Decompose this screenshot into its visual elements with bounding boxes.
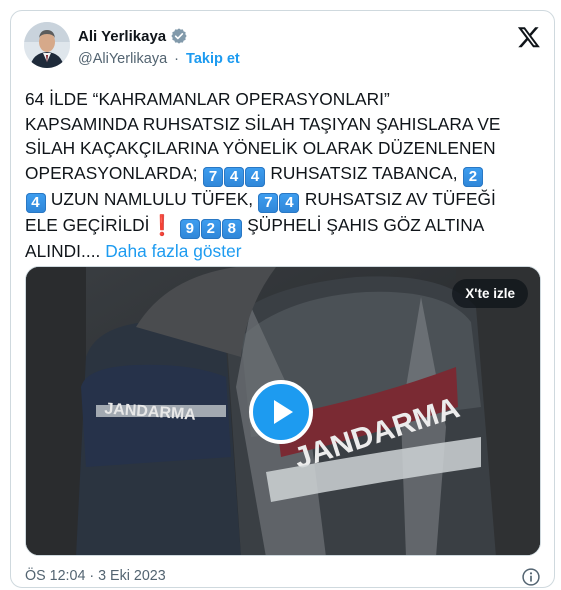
tweet-text-segment: ALINDI.... xyxy=(25,240,101,261)
keycap-digit: 7 xyxy=(258,192,279,213)
video-player[interactable]: JANDARMA JANDARMA X'te izle xyxy=(25,266,541,556)
keycap-digit: 7 xyxy=(203,166,224,187)
watch-on-x-button[interactable]: X'te izle xyxy=(452,279,528,308)
tweet-line: SİLAH KAÇAKÇILARINA YÖNELİK OLARAK DÜZEN… xyxy=(25,138,496,158)
tweet-line: 64 İLDE “KAHRAMANLAR OPERASYONLARI” xyxy=(25,89,390,109)
tweet-line: ELE GEÇİRİLDİ❗ 928 ŞÜPHELİ ŞAHIS GÖZ ALT… xyxy=(25,213,547,239)
tweet-line: ALINDI.... Daha fazla göster xyxy=(25,239,547,264)
tweet-text-segment: ELE GEÇİRİLDİ xyxy=(25,214,150,235)
keycap-digit: 4 xyxy=(224,166,245,187)
separator: · xyxy=(174,51,180,67)
tweet-card: Ali Yerlikaya @AliYerlikaya · Takip et 6… xyxy=(10,10,555,588)
keycap-digit: 2 xyxy=(462,166,483,187)
verified-badge-icon xyxy=(171,28,187,44)
avatar[interactable] xyxy=(24,22,70,68)
avatar-image xyxy=(24,22,70,68)
timestamp[interactable]: ÖS 12:04 · 3 Eki 2023 xyxy=(25,568,166,584)
tweet-text-segment: OPERASYONLARDA; xyxy=(25,162,203,183)
tweet-text-segment: RUHSATSIZ AV TÜFEĞİ xyxy=(299,188,496,209)
author-handle[interactable]: @AliYerlikaya xyxy=(78,51,167,67)
tweet-text-segment: UZUN NAMLULU TÜFEK, xyxy=(46,188,258,209)
show-more-link[interactable]: Daha fazla göster xyxy=(105,241,241,261)
tweet-text-segment: RUHSATSIZ TABANCA, xyxy=(265,162,463,183)
tweet-line: 4 UZUN NAMLULU TÜFEK, 74 RUHSATSIZ AV TÜ… xyxy=(25,187,547,213)
play-icon xyxy=(274,400,293,424)
keycap-digit: 2 xyxy=(200,218,221,239)
x-logo-icon[interactable] xyxy=(517,25,541,49)
exclamation-icon: ❗ xyxy=(149,214,175,237)
tweet-line: OPERASYONLARDA; 744 RUHSATSIZ TABANCA, 2 xyxy=(25,161,547,187)
tweet-text-segment: ŞÜPHELİ ŞAHIS GÖZ ALTINA xyxy=(242,214,485,235)
tweet-line: KAPSAMINDA RUHSATSIZ SİLAH TAŞIYAN ŞAHIS… xyxy=(25,113,501,134)
keycap-digit: 8 xyxy=(221,218,242,239)
play-button[interactable] xyxy=(249,380,313,444)
keycap-digit: 4 xyxy=(279,192,300,213)
tweet-text: 64 İLDE “KAHRAMANLAR OPERASYONLARI” KAPS… xyxy=(25,87,547,263)
keycap-digit: 9 xyxy=(179,218,200,239)
keycap-digit: 4 xyxy=(25,192,46,213)
follow-button[interactable]: Takip et xyxy=(186,51,240,67)
info-icon[interactable] xyxy=(521,567,541,587)
keycap-digit: 4 xyxy=(245,166,266,187)
author-name[interactable]: Ali Yerlikaya xyxy=(78,28,166,45)
